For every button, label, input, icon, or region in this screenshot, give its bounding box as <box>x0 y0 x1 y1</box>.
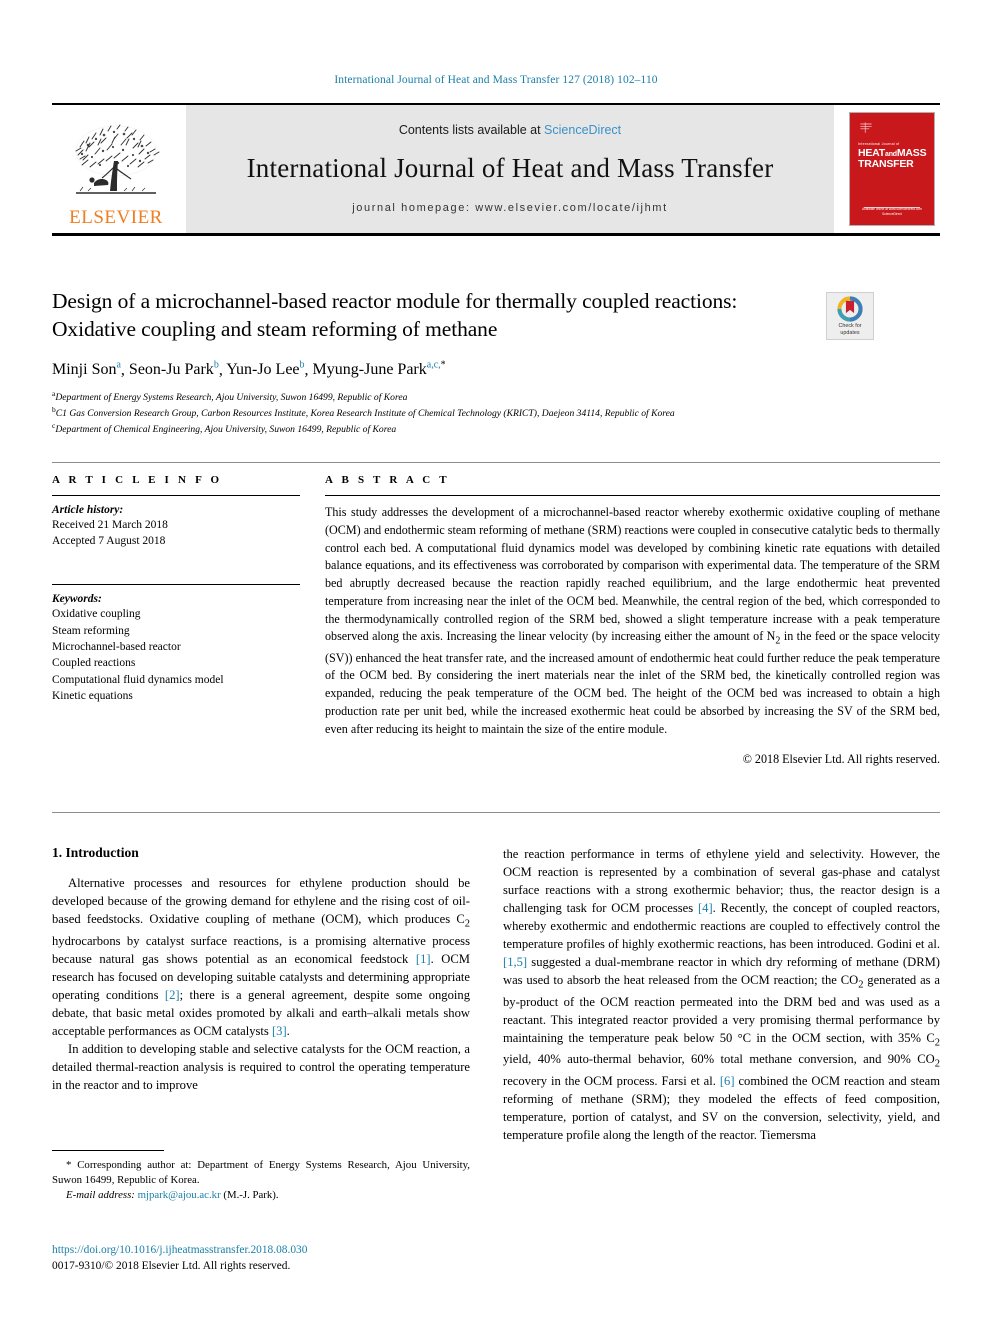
elsevier-logo: ELSEVIER <box>52 105 180 233</box>
abstract-text: This study addresses the development of … <box>325 505 940 736</box>
keyword-item: Coupled reactions <box>52 657 136 670</box>
issn-copyright-line: 0017-9310/© 2018 Elsevier Ltd. All right… <box>52 1259 291 1272</box>
cover-footer: Available online at www.sciencedirect.co… <box>850 207 934 217</box>
author-list: Minji Sona, Seon-Ju Parkb, Yun-Jo Leeb, … <box>52 360 812 379</box>
journal-homepage-link[interactable]: journal homepage: www.elsevier.com/locat… <box>352 202 667 214</box>
article-history-received: Received 21 March 2018 <box>52 519 168 531</box>
info-section-top-divider <box>52 462 940 463</box>
cover-title-line3: TRANSFER <box>858 157 914 170</box>
crossmark-badge[interactable]: Check for updates <box>826 292 874 340</box>
keyword-item: Oxidative coupling <box>52 608 141 621</box>
article-info-rule <box>52 495 300 496</box>
keywords-rule <box>52 584 300 586</box>
email-link[interactable]: mjpark@ajou.ac.kr <box>138 1189 221 1201</box>
paper-page: International Journal of Heat and Mass T… <box>0 0 992 1323</box>
cover-subtitle: International Journal of <box>858 142 900 146</box>
article-history-label: Article history: <box>52 504 124 516</box>
paragraph: In addition to developing stable and sel… <box>52 1041 470 1092</box>
author-entry: Minji Sona <box>52 360 121 379</box>
corresponding-author-asterisk: * <box>440 360 446 372</box>
cover-image: International Journal of HEATandMASS TRA… <box>850 113 934 225</box>
introduction-right-text: the reaction performance in terms of eth… <box>503 845 940 1144</box>
affiliation-item: aDepartment of Energy Systems Research, … <box>52 389 812 405</box>
affiliation-item: cDepartment of Chemical Engineering, Ajo… <box>52 421 812 437</box>
email-owner: (M.-J. Park). <box>223 1189 279 1202</box>
footnote-block: * Corresponding author at: Department of… <box>52 1150 470 1203</box>
author-name: Minji Son <box>52 361 117 379</box>
author-affil-marker: a,c, <box>426 360 441 372</box>
author-entry: Myung-June Parka,c,* <box>312 360 446 379</box>
affiliation-text: C1 Gas Conversion Research Group, Carbon… <box>55 408 675 420</box>
cover-footer-line2: ScienceDirect <box>882 212 902 217</box>
cover-elsevier-tree-icon <box>860 122 872 133</box>
corresponding-author-note: * Corresponding author at: Department of… <box>52 1159 470 1187</box>
article-info-spacer <box>52 549 300 575</box>
journal-cover-thumbnail: International Journal of HEATandMASS TRA… <box>844 105 940 233</box>
crossmark-icon <box>837 296 863 322</box>
abstract-copyright: © 2018 Elsevier Ltd. All rights reserved… <box>742 752 940 767</box>
keyword-item: Microchannel-based reactor <box>52 640 181 653</box>
author-name: Seon-Ju Park <box>128 361 214 379</box>
author-sep: , <box>120 361 129 379</box>
elsevier-wordmark: ELSEVIER <box>69 207 163 228</box>
footer-doi-block: https://doi.org/10.1016/j.ijheatmasstran… <box>52 1243 482 1275</box>
doi-link[interactable]: https://doi.org/10.1016/j.ijheatmasstran… <box>52 1243 482 1259</box>
paragraph: the reaction performance in terms of eth… <box>503 847 940 1142</box>
article-info-heading: A R T I C L E I N F O <box>52 474 223 486</box>
footnote-text: * Corresponding author at: Department of… <box>52 1158 470 1203</box>
contents-prefix: Contents lists available at <box>398 123 545 137</box>
contents-available-line: Contents lists available at ScienceDirec… <box>399 123 621 137</box>
email-label: E-mail address: <box>66 1189 135 1202</box>
author-entry: Yun-Jo Leeb <box>226 360 304 379</box>
sciencedirect-link[interactable]: ScienceDirect <box>544 123 621 137</box>
author-name: Myung-June Park <box>312 361 427 379</box>
footnote-rule <box>52 1150 164 1151</box>
keyword-item: Kinetic equations <box>52 689 133 702</box>
abstract-column: A B S T R A C T This study addresses the… <box>325 474 940 769</box>
affiliation-item: bC1 Gas Conversion Research Group, Carbo… <box>52 405 812 421</box>
article-history-accepted: Accepted 7 August 2018 <box>52 535 166 548</box>
crossmark-label: Check for updates <box>838 323 861 337</box>
journal-masthead: ELSEVIER Contents lists available at Sci… <box>52 103 940 236</box>
email-line: E-mail address: mjpark@ajou.ac.kr (M.-J.… <box>52 1188 470 1203</box>
running-head: International Journal of Heat and Mass T… <box>334 74 658 86</box>
article-info-column: A R T I C L E I N F O Article history: R… <box>52 474 300 704</box>
keywords-label: Keywords: <box>52 593 102 606</box>
author-entry: Seon-Ju Parkb <box>128 360 219 379</box>
affiliation-text: Department of Chemical Engineering, Ajou… <box>55 424 397 436</box>
page-title: Design of a microchannel-based reactor m… <box>52 289 738 341</box>
crossmark-line1: Check for <box>838 323 862 329</box>
elsevier-tree-icon <box>75 124 160 194</box>
title-block: Design of a microchannel-based reactor m… <box>52 288 812 437</box>
abstract-bottom-divider <box>52 812 940 813</box>
keyword-item: Steam reforming <box>52 624 130 637</box>
keyword-item: Computational fluid dynamics model <box>52 673 224 686</box>
abstract-body: This study addresses the development of … <box>325 504 940 769</box>
masthead-center: Contents lists available at ScienceDirec… <box>186 105 834 233</box>
abstract-rule <box>325 495 940 496</box>
crossmark-line2: updates <box>840 329 860 336</box>
author-name: Yun-Jo Lee <box>226 361 300 379</box>
body-column-right: the reaction performance in terms of eth… <box>503 845 940 1144</box>
affiliation-list: aDepartment of Energy Systems Research, … <box>52 389 812 436</box>
paragraph: Alternative processes and resources for … <box>52 876 470 1038</box>
abstract-heading: A B S T R A C T <box>325 474 450 486</box>
body-column-left: 1. Introduction Alternative processes an… <box>52 845 470 1094</box>
introduction-left-text: Alternative processes and resources for … <box>52 874 470 1094</box>
journal-title: International Journal of Heat and Mass T… <box>246 153 774 183</box>
affiliation-text: Department of Energy Systems Research, A… <box>55 392 408 404</box>
section-heading-introduction: 1. Introduction <box>52 845 139 860</box>
cover-title: HEATandMASS TRANSFER <box>858 148 928 170</box>
author-sep: , <box>304 361 313 379</box>
